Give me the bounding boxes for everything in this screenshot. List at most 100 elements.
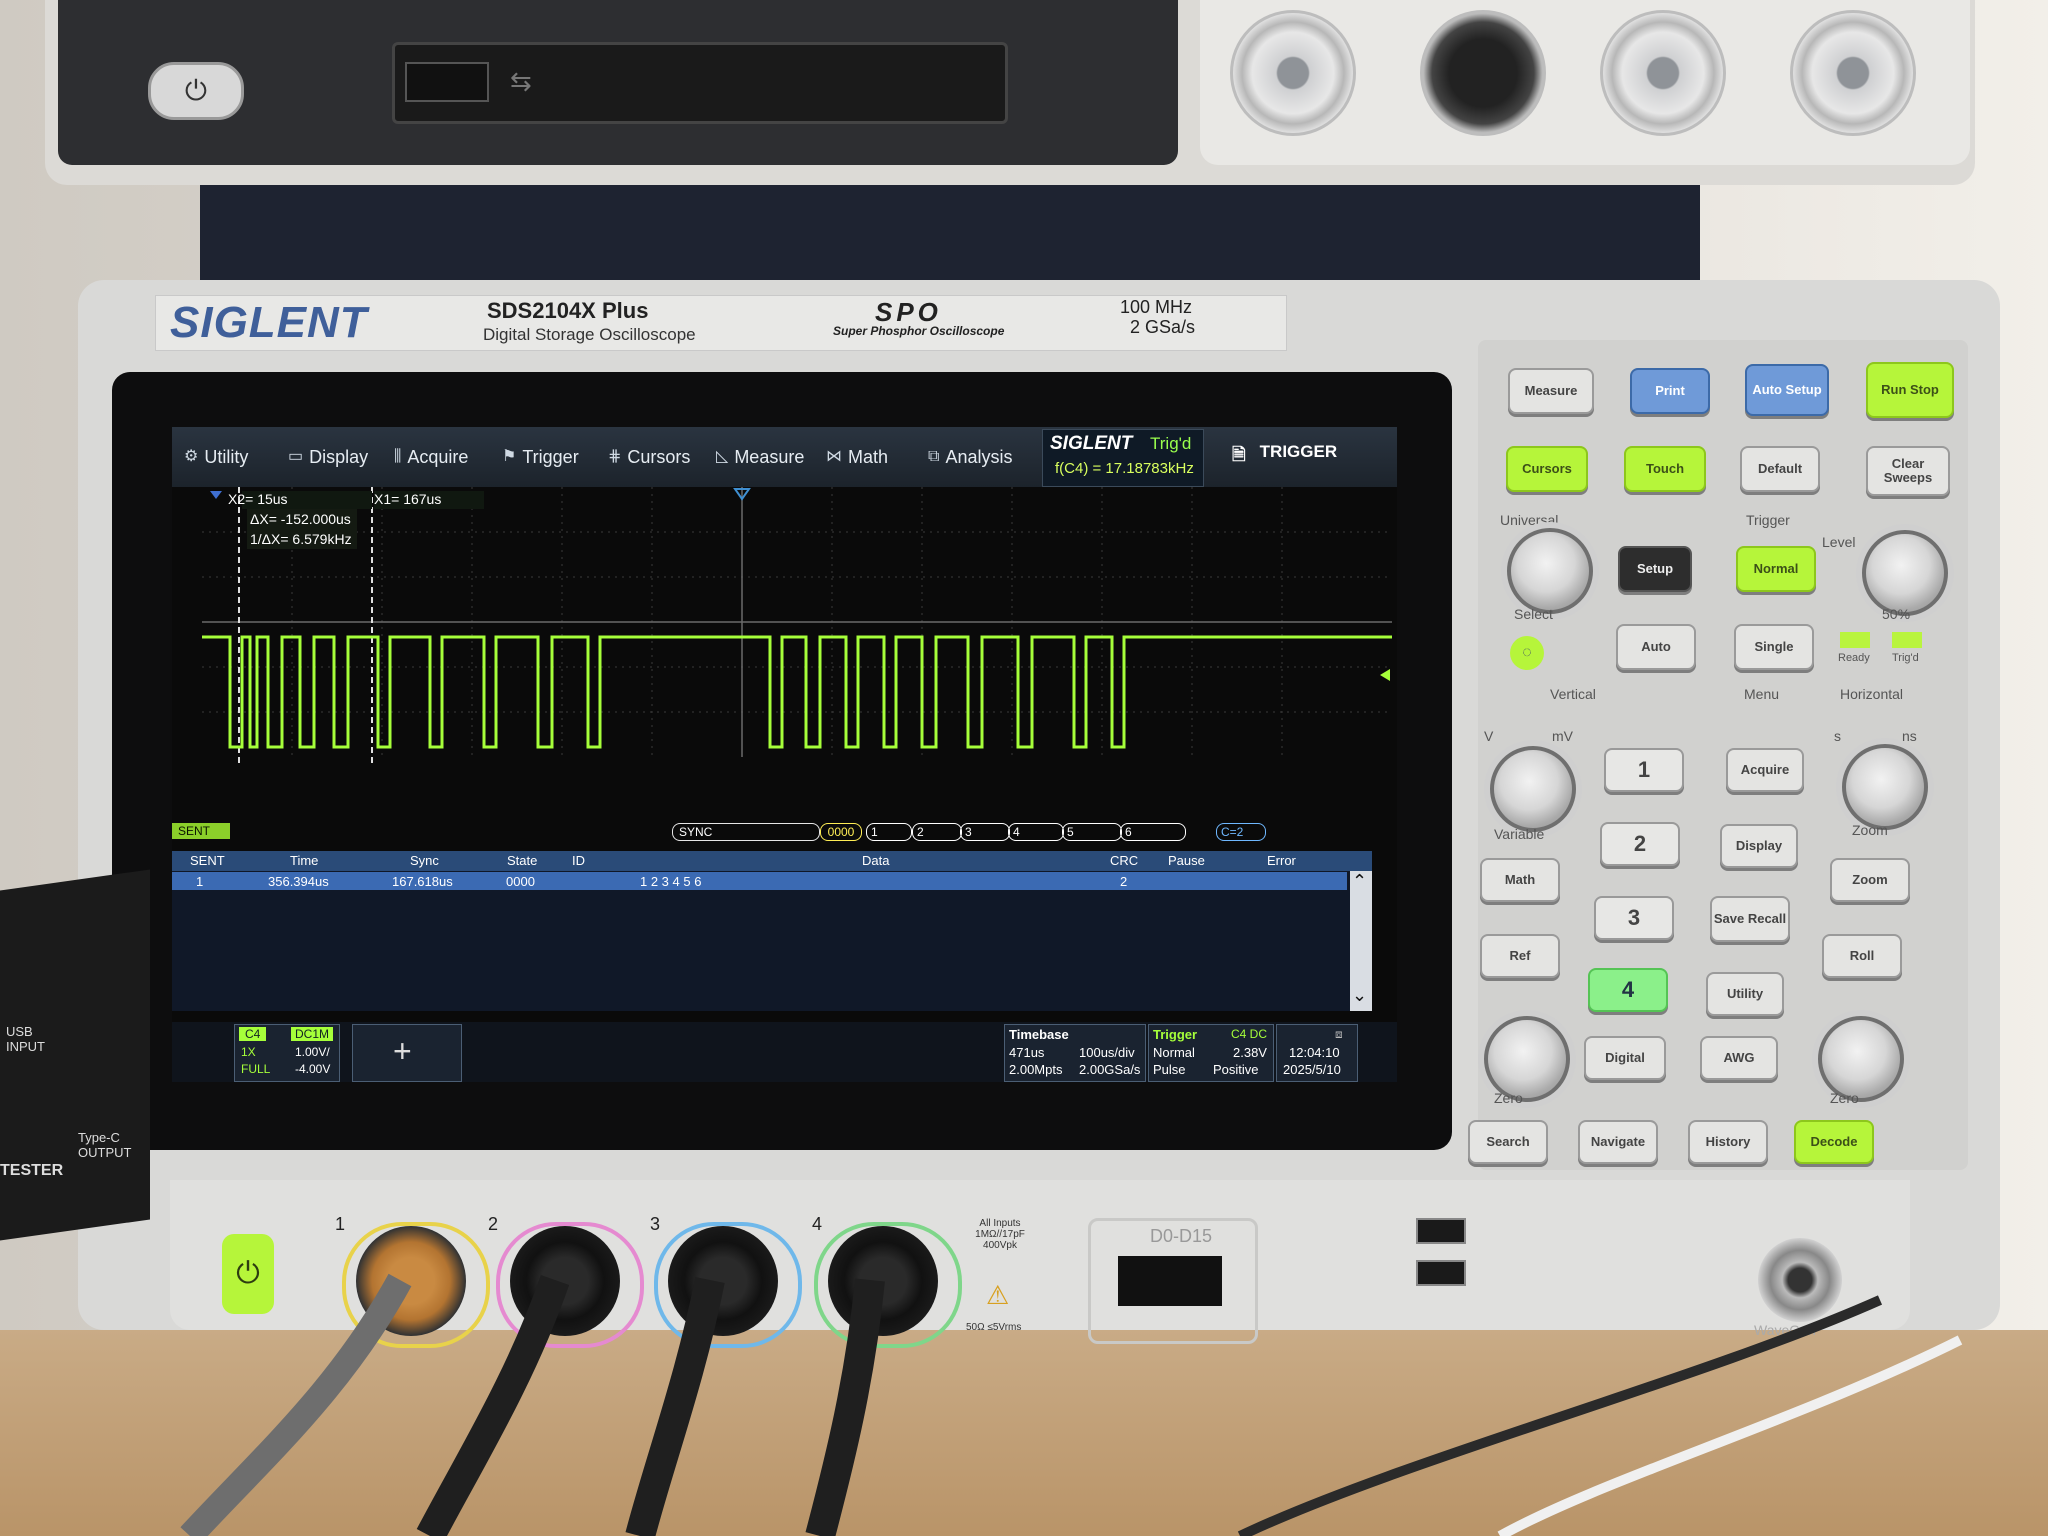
menu-cursors[interactable]: ⋕ Cursors	[608, 441, 690, 473]
select-indicator[interactable]: ◌	[1510, 636, 1544, 670]
scroll-up-icon[interactable]: ⌃	[1352, 871, 1367, 892]
channel-3-button[interactable]: 3	[1594, 896, 1674, 940]
decode-nibble-5: 5	[1062, 823, 1122, 841]
save-recall-button[interactable]: Save Recall	[1710, 896, 1790, 942]
trigger-single-button[interactable]: Single	[1734, 624, 1814, 670]
table-row[interactable]: 1 356.394us 167.618us 0000 1 2 3 4 5 6 2	[172, 872, 1347, 890]
display-button[interactable]: Display	[1720, 824, 1798, 868]
default-button[interactable]: Default	[1740, 446, 1820, 492]
trigger-menu-button[interactable]: 🗎 TRIGGER	[1232, 442, 1337, 471]
col-sent: SENT	[190, 853, 225, 868]
upper-power-button[interactable]: ⏻	[148, 62, 244, 120]
timebase-memory: 2.00Mpts	[1009, 1062, 1063, 1077]
menu-acquire-label: Acquire	[407, 447, 469, 467]
channel4-info[interactable]: C4 DC1M 1X 1.00V/ FULL -4.00V	[234, 1024, 340, 1082]
roll-button[interactable]: Roll	[1822, 934, 1902, 978]
cell-time: 356.394us	[268, 874, 329, 889]
network-icon: ⧈	[1335, 1027, 1343, 1041]
cursors-button[interactable]: Cursors	[1506, 446, 1588, 492]
select-label: Select	[1514, 606, 1553, 622]
timebase-info[interactable]: Timebase 471us 100us/div 2.00Mpts 2.00GS…	[1004, 1024, 1146, 1082]
digital-button[interactable]: Digital	[1584, 1036, 1666, 1080]
horizontal-scale-knob[interactable]	[1842, 744, 1928, 830]
frequency-counter: f(C4) = 17.18783kHz	[1055, 460, 1194, 477]
scroll-down-icon[interactable]: ⌄	[1352, 985, 1367, 1006]
timebase-title: Timebase	[1009, 1027, 1069, 1042]
trigd-led	[1892, 632, 1922, 648]
vertical-label: Vertical	[1550, 686, 1596, 702]
ready-led	[1840, 632, 1870, 648]
timebase-scale: 100us/div	[1079, 1045, 1135, 1060]
oscilloscope-screen[interactable]: ⚙ Utility ▭ Display ⫼ Acquire ⚑ Trigger ⋕ Cur…	[172, 427, 1397, 1082]
model-name: SDS2104X Plus	[487, 298, 649, 323]
decode-table[interactable]: SENT Time Sync State ID Data CRC Pause E…	[172, 851, 1372, 1011]
waveform-grid[interactable]	[202, 487, 1392, 787]
cursor-x2-readout: X2= 15us	[228, 491, 288, 507]
touch-button[interactable]: Touch	[1624, 446, 1706, 492]
trigger-level-knob[interactable]	[1862, 530, 1948, 616]
bandwidth-spec: 100 MHz	[1120, 297, 1193, 317]
trigger-icon: ⚑	[502, 448, 517, 465]
search-button[interactable]: Search	[1468, 1120, 1548, 1164]
clock-time: 12:04:10	[1289, 1045, 1340, 1060]
menu-acquire[interactable]: ⫼ Acquire	[394, 441, 468, 473]
decode-nibble-1: 1	[866, 823, 912, 841]
print-button[interactable]: Print	[1630, 368, 1710, 414]
auto-setup-button[interactable]: Auto Setup	[1745, 364, 1829, 416]
menu-bar: ⚙ Utility ▭ Display ⫼ Acquire ⚑ Trigger ⋕ Cur…	[172, 427, 1397, 487]
menu-display[interactable]: ▭ Display	[288, 441, 368, 473]
channel-1-button[interactable]: 1	[1604, 748, 1684, 792]
front-usb-port-1[interactable]	[1416, 1218, 1466, 1244]
gear-icon: ⚙	[184, 448, 199, 465]
awg-button[interactable]: AWG	[1700, 1036, 1778, 1080]
menu-analysis-label: Analysis	[945, 447, 1013, 467]
trigger-setup-button[interactable]: Setup	[1618, 546, 1692, 592]
typec-output-label: Type-C OUTPUT	[78, 1130, 132, 1160]
channel-1-label: 1	[335, 1214, 346, 1234]
channel-2-button[interactable]: 2	[1600, 822, 1680, 866]
vertical-scale-knob[interactable]	[1490, 746, 1576, 832]
menu-measure-label: Measure	[734, 447, 805, 467]
acquire-button[interactable]: Acquire	[1726, 748, 1804, 792]
col-pause: Pause	[1168, 853, 1205, 868]
ref-button[interactable]: Ref	[1480, 934, 1560, 978]
analysis-icon: ⧉	[928, 448, 940, 465]
menu-analysis[interactable]: ⧉ Analysis	[928, 441, 1012, 473]
history-button[interactable]: History	[1688, 1120, 1768, 1164]
level-label: Level	[1822, 534, 1856, 550]
usb-icon: ⇆	[510, 66, 532, 96]
decode-button[interactable]: Decode	[1794, 1120, 1874, 1164]
add-channel-button[interactable]: +	[352, 1024, 462, 1082]
variable-label: Variable	[1494, 826, 1545, 842]
upper-connector-2[interactable]	[1420, 10, 1546, 136]
trigger-section-label: Trigger	[1746, 512, 1790, 528]
menu-trigger[interactable]: ⚑ Trigger	[502, 441, 579, 473]
clock-info[interactable]: ⧈ 12:04:10 2025/5/10	[1276, 1024, 1358, 1082]
clear-sweeps-button[interactable]: Clear Sweeps	[1866, 446, 1950, 496]
run-stop-button[interactable]: Run Stop	[1866, 362, 1954, 418]
channel-4-button[interactable]: 4	[1588, 968, 1668, 1012]
navigate-button[interactable]: Navigate	[1578, 1120, 1658, 1164]
decode-channel-tag: SENT	[172, 823, 230, 839]
menu-measure[interactable]: ◺ Measure	[716, 441, 804, 473]
math-button[interactable]: Math	[1480, 858, 1560, 902]
decode-nibble-6: 6	[1120, 823, 1186, 841]
trigger-info[interactable]: Trigger C4 DC Normal 2.38V Pulse Positiv…	[1148, 1024, 1274, 1082]
menu-math[interactable]: ⋈ Math	[826, 441, 888, 473]
usb-input-label: USB INPUT	[6, 1024, 45, 1054]
measure-button[interactable]: Measure	[1508, 368, 1594, 414]
upper-connector-1[interactable]	[1230, 10, 1356, 136]
menu-utility[interactable]: ⚙ Utility	[184, 441, 248, 473]
trigger-normal-button[interactable]: Normal	[1736, 546, 1816, 592]
col-state: State	[507, 853, 538, 868]
utility-button[interactable]: Utility	[1706, 972, 1784, 1016]
ready-label: Ready	[1838, 652, 1870, 664]
upper-usb-port[interactable]	[405, 62, 489, 102]
upper-connector-3[interactable]	[1600, 10, 1726, 136]
upper-connector-4[interactable]	[1790, 10, 1916, 136]
zoom-button[interactable]: Zoom	[1830, 858, 1910, 902]
trigger-auto-button[interactable]: Auto	[1616, 624, 1696, 670]
channel4-tag: C4	[239, 1027, 267, 1041]
menu-math-label: Math	[848, 447, 889, 467]
universal-knob[interactable]	[1507, 528, 1593, 614]
